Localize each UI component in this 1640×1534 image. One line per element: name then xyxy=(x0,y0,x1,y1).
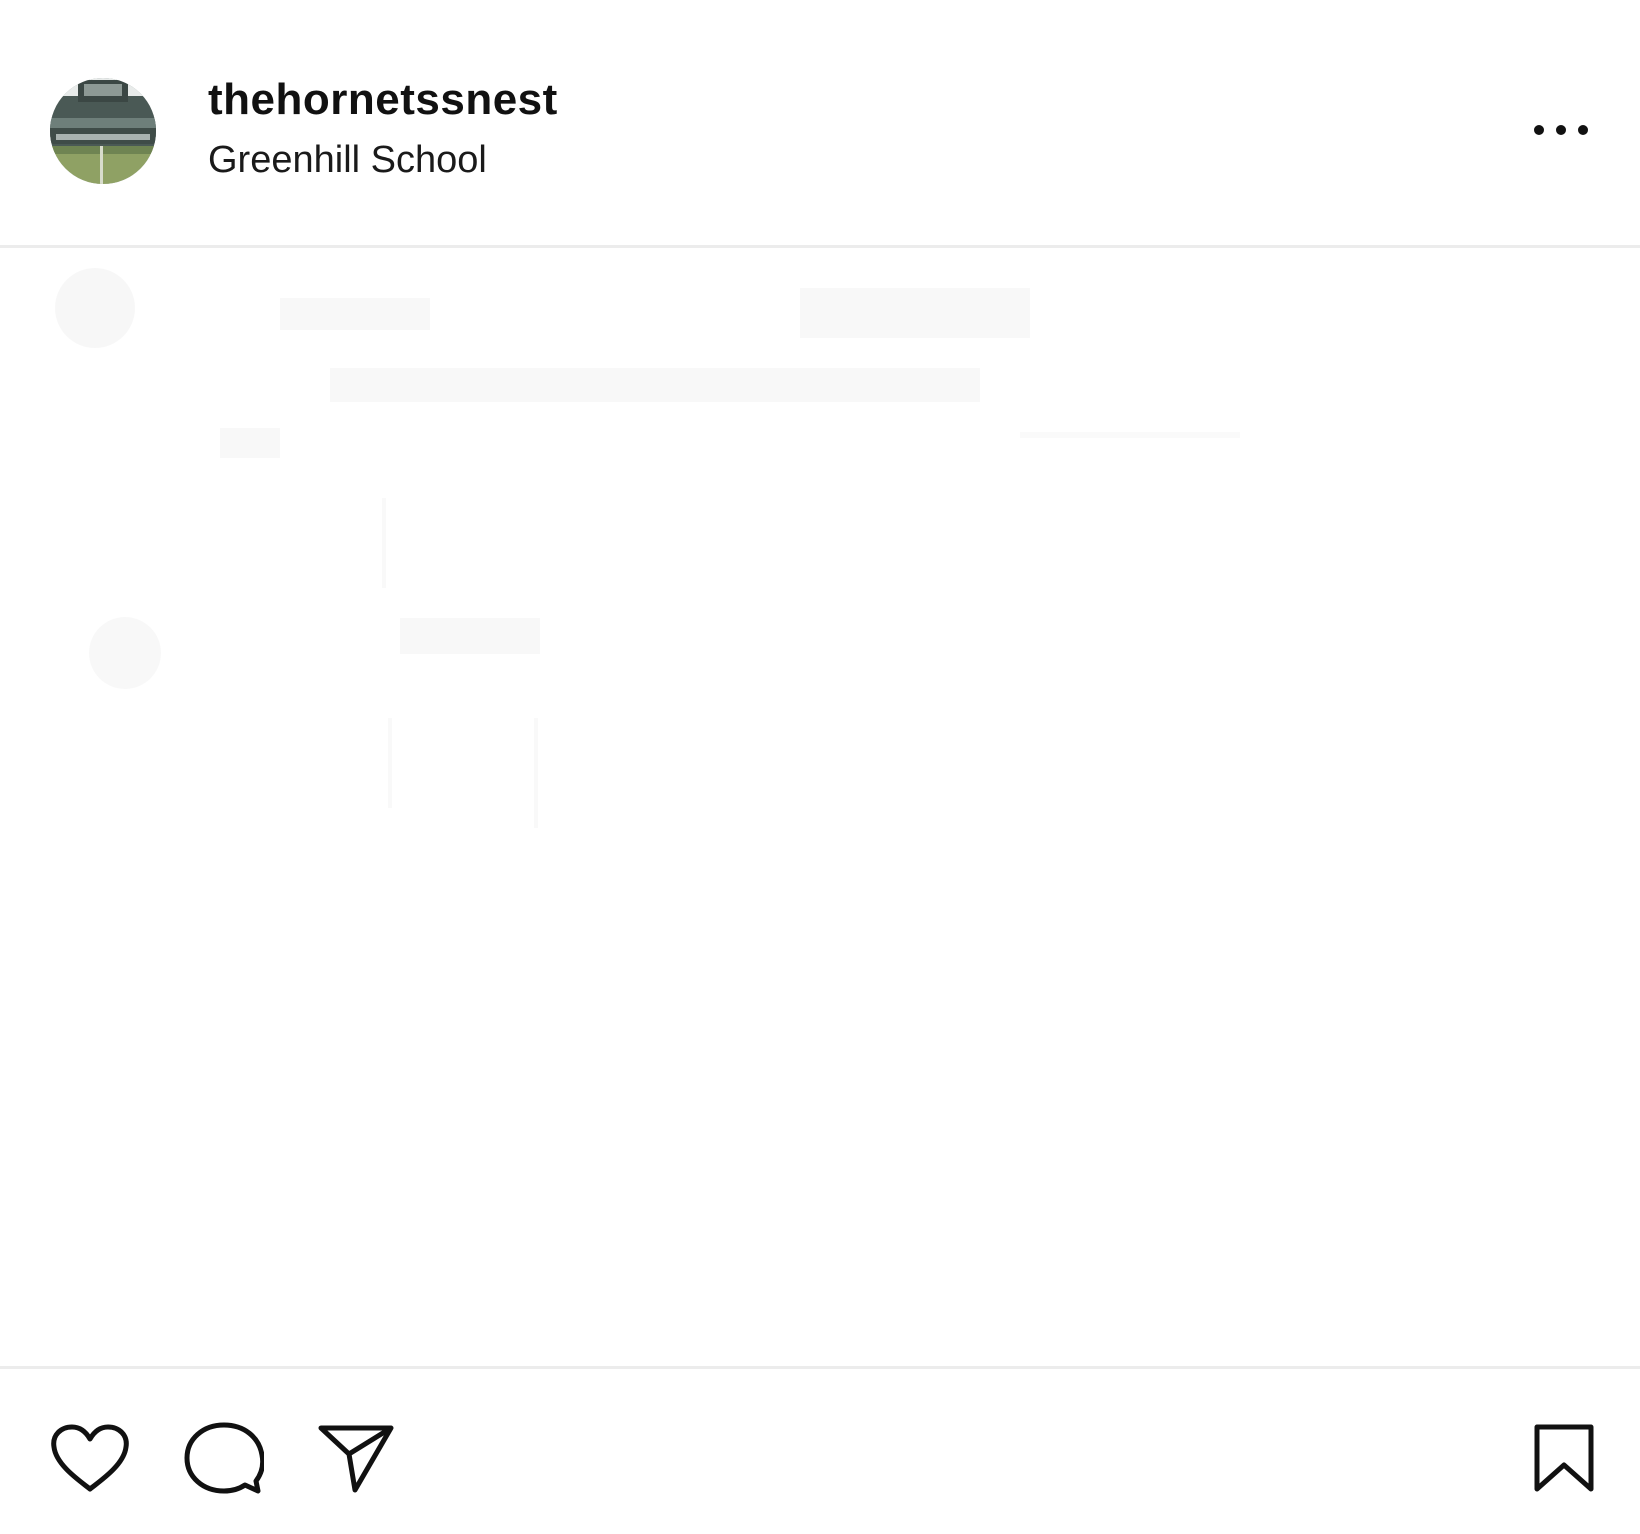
account-info: thehornetssnest Greenhill School xyxy=(208,72,558,186)
save-button[interactable] xyxy=(1522,1417,1606,1501)
bookmark-icon xyxy=(1534,1424,1594,1492)
comment-bubble-icon xyxy=(184,1422,264,1494)
share-button[interactable] xyxy=(314,1417,398,1501)
profile-avatar[interactable] xyxy=(50,78,156,184)
more-options-button[interactable] xyxy=(1518,100,1604,160)
action-bar xyxy=(0,1366,1640,1534)
location-link[interactable]: Greenhill School xyxy=(208,134,558,186)
post-image[interactable] xyxy=(0,248,1640,1366)
post-header: thehornetssnest Greenhill School xyxy=(0,0,1640,248)
username-link[interactable]: thehornetssnest xyxy=(208,72,558,128)
paper-plane-icon xyxy=(318,1425,394,1493)
more-horizontal-icon xyxy=(1534,125,1588,135)
faded-image-content xyxy=(55,268,1240,828)
heart-icon xyxy=(51,1424,129,1492)
comment-button[interactable] xyxy=(182,1417,266,1501)
stadium-photo-avatar-icon xyxy=(50,78,156,184)
like-button[interactable] xyxy=(48,1417,132,1501)
